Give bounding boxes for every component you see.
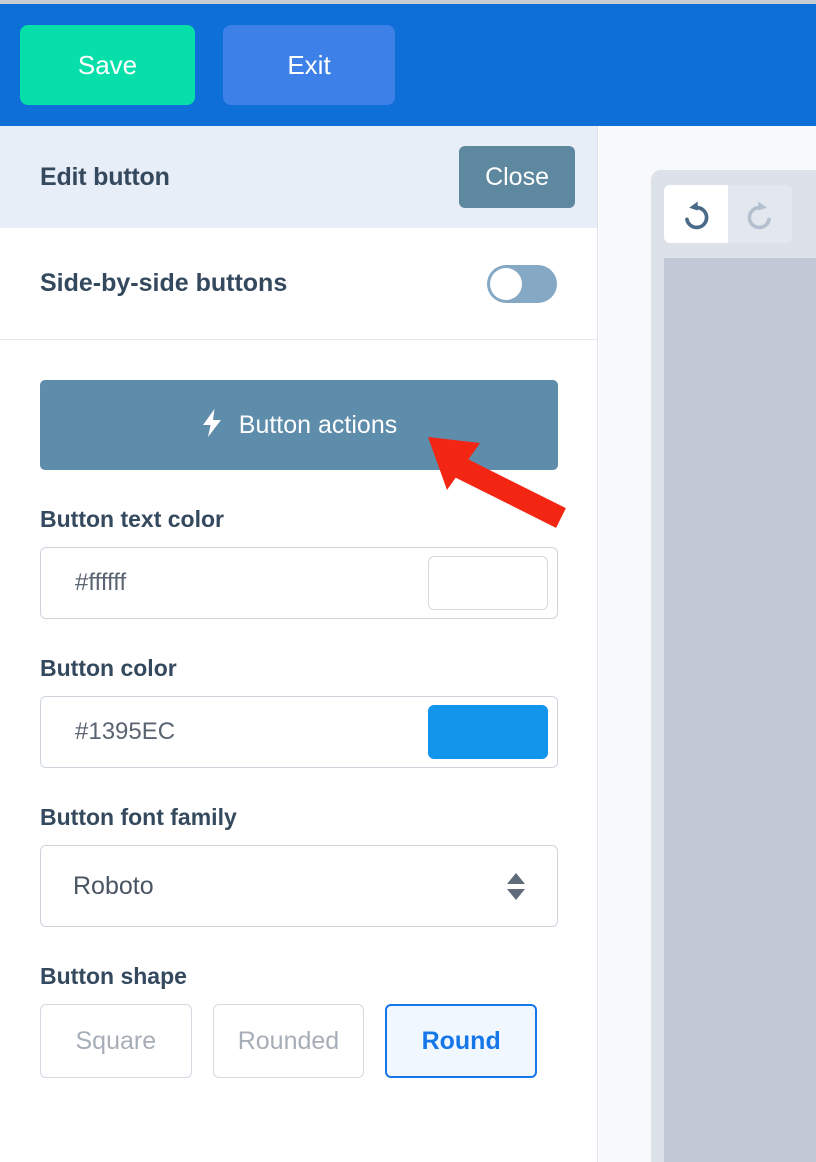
updown-spinner-icon[interactable] <box>507 872 525 900</box>
button-shape-options: Square Rounded Round <box>40 1004 557 1078</box>
button-actions-button[interactable]: Button actions <box>40 380 558 470</box>
button-color-field[interactable]: #1395EC <box>40 696 558 768</box>
button-color-swatch[interactable] <box>428 705 548 759</box>
button-font-family-value: Roboto <box>73 871 154 900</box>
preview-canvas[interactable] <box>664 258 816 1162</box>
button-shape-option-round[interactable]: Round <box>385 1004 538 1078</box>
preview-frame <box>651 170 816 1162</box>
settings-form: Button actions Button text color #ffffff… <box>0 340 597 1078</box>
button-actions-label: Button actions <box>238 410 398 439</box>
close-button[interactable]: Close <box>459 146 575 208</box>
button-shape-label: Button shape <box>40 963 187 989</box>
button-text-color-label: Button text color <box>40 506 224 532</box>
button-text-color-value: #ffffff <box>75 569 127 596</box>
undo-button[interactable] <box>664 185 728 243</box>
side-by-side-toggle[interactable] <box>487 264 557 303</box>
button-color-label: Button color <box>40 655 177 681</box>
button-font-family-select[interactable]: Roboto <box>40 845 558 927</box>
panel-header: Edit button Close <box>0 126 597 228</box>
button-color-value: #1395EC <box>75 718 176 745</box>
side-by-side-label: Side-by-side buttons <box>40 269 288 297</box>
button-shape-option-square[interactable]: Square <box>40 1004 192 1078</box>
bolt-icon <box>201 409 223 441</box>
button-text-color-field[interactable]: #ffffff <box>40 547 558 619</box>
side-by-side-row: Side-by-side buttons <box>0 228 597 340</box>
button-shape-option-rounded[interactable]: Rounded <box>212 1004 365 1078</box>
button-text-color-swatch[interactable] <box>428 556 548 610</box>
page-title: Edit button <box>40 162 170 191</box>
button-font-family-label: Button font family <box>40 804 237 830</box>
chevron-down-icon <box>507 888 525 900</box>
editor-topbar: Save Exit <box>0 4 816 126</box>
exit-button[interactable]: Exit <box>223 25 395 105</box>
edit-button-sidebar: Edit button Close Side-by-side buttons B… <box>0 126 598 1162</box>
app-root: Save Exit Edit button Close Side-by-side… <box>0 0 816 1162</box>
history-toolbar <box>664 185 792 243</box>
chevron-up-icon <box>507 872 525 884</box>
toggle-knob <box>490 267 522 300</box>
redo-button[interactable] <box>728 185 792 243</box>
save-button[interactable]: Save <box>20 25 195 105</box>
preview-region <box>599 126 816 1162</box>
